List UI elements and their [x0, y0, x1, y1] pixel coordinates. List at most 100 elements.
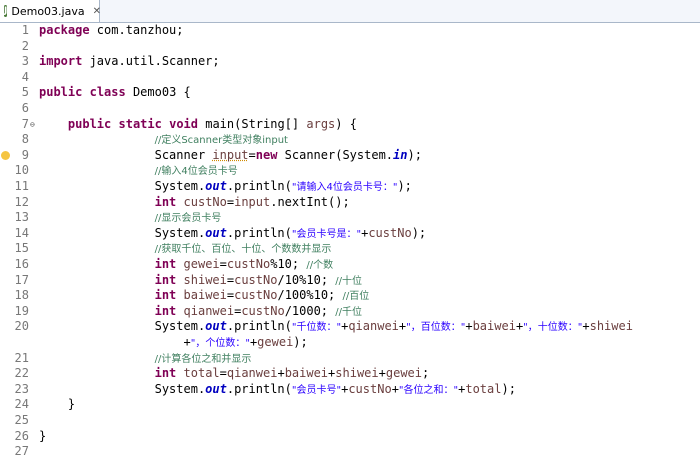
line-number: 17 — [14, 272, 29, 287]
code-text: = — [219, 366, 227, 381]
code-line: 11 System.out.println("请输入4位会员卡号："); — [0, 179, 700, 195]
code-text: .println( — [226, 319, 292, 334]
code-line: 25 — [0, 413, 700, 429]
code-text: + — [183, 335, 191, 349]
line-number: 5 — [21, 85, 29, 100]
line-number: 20 — [14, 319, 29, 334]
line-number: 11 — [14, 179, 29, 193]
line-number: 13 — [14, 210, 29, 225]
variable: custNo — [226, 257, 271, 271]
line-number: 2 — [21, 38, 29, 53]
code-line: 2 — [0, 39, 700, 55]
line-number: 6 — [21, 101, 29, 115]
line-number: 19 — [14, 303, 29, 318]
variable: custNo — [368, 225, 412, 240]
code-text: + — [378, 366, 386, 381]
field: out — [205, 381, 227, 396]
string-literal: "会员卡号是：" — [291, 228, 362, 240]
code-line: 6 — [0, 101, 700, 117]
code-text: System. — [154, 225, 206, 240]
comment: //百位 — [342, 291, 370, 303]
code-line: +"，个位数："+gewei); — [0, 335, 700, 351]
variable: custNo — [234, 288, 278, 303]
code-text: .println( — [226, 225, 292, 240]
variable: total — [183, 366, 220, 381]
variable: shiwei — [589, 319, 633, 334]
code-text: ; — [422, 366, 430, 381]
string-literal: "会员卡号" — [291, 384, 342, 396]
variable: gewei — [183, 257, 220, 271]
code-line: 20 System.out.println("千位数："+qianwei+"，百… — [0, 319, 700, 335]
code-line: 19 int qianwei=custNo/1000; //千位 — [0, 304, 700, 320]
keyword: import — [39, 54, 83, 69]
code-line: 1 package com.tanzhou; — [0, 23, 700, 39]
keyword: int — [154, 288, 177, 303]
code-text: /1000; — [284, 303, 336, 318]
line-number: 3 — [21, 54, 29, 69]
code-text: System. — [154, 319, 206, 334]
keyword: new — [255, 147, 278, 162]
code-text: + — [465, 319, 473, 334]
string-literal: "，百位数：" — [406, 322, 466, 334]
line-number: 23 — [14, 381, 29, 396]
keyword: int — [154, 194, 177, 209]
code-text: .nextInt(); — [270, 194, 350, 209]
code-line: 15 //获取千位、百位、十位、个数数并显示 — [0, 241, 700, 257]
code-line: 21 //计算各位之和并显示 — [0, 351, 700, 367]
tab-demo03-java[interactable]: J Demo03.java ✕ — [0, 0, 101, 22]
comment: //个数 — [306, 260, 334, 271]
code-line: 8 //定义Scanner类型对象input — [0, 132, 700, 148]
line-number: 21 — [14, 350, 29, 365]
variable: custNo — [241, 303, 285, 318]
parameter: args — [306, 116, 336, 131]
code-line: 14 System.out.println("会员卡号是："+custNo); — [0, 226, 700, 242]
code-text: } — [67, 397, 76, 412]
code-line: 24 } — [0, 397, 700, 413]
code-line: 3 import java.util.Scanner; — [0, 54, 700, 70]
code-text: ); — [293, 335, 308, 349]
string-literal: "，十位数：" — [523, 322, 583, 334]
code-line: 10 //输入4位会员卡号 — [0, 163, 700, 179]
comment: //显示会员卡号 — [154, 213, 222, 225]
code-line: 13 //显示会员卡号 — [0, 210, 700, 226]
comment: //十位 — [335, 275, 363, 287]
line-number: 8 — [21, 132, 29, 147]
field: out — [205, 319, 227, 334]
code-text: ); — [501, 381, 516, 396]
code-line: 23 System.out.println("会员卡号"+custNo+"各位之… — [0, 382, 700, 398]
code-editor[interactable]: 1 package com.tanzhou; 2 3 import java.u… — [0, 23, 700, 458]
keyword: static — [118, 116, 162, 131]
field: in — [393, 147, 408, 162]
line-number: 18 — [14, 288, 29, 303]
fold-toggle-icon[interactable]: ⊖ — [30, 117, 35, 133]
code-text: com.tanzhou; — [89, 23, 184, 37]
comment: //千位 — [335, 306, 363, 318]
line-number: 25 — [14, 413, 29, 427]
code-text: Scanner — [154, 147, 213, 162]
keyword: public — [39, 85, 83, 100]
close-icon[interactable]: ✕ — [93, 6, 101, 17]
line-number: 10 — [14, 163, 29, 178]
code-text: } — [39, 428, 47, 443]
line-number: 7 — [21, 116, 29, 131]
code-text: java.util.Scanner; — [82, 54, 220, 69]
code-line: 18 int baiwei=custNo/100%10; //百位 — [0, 288, 700, 304]
code-text: + — [391, 381, 399, 396]
code-line: 16 int gewei=custNo%10; //个数 — [0, 257, 700, 273]
variable: input — [212, 147, 249, 162]
line-number: 22 — [14, 366, 29, 381]
keyword: int — [154, 272, 177, 287]
variable: qianwei — [183, 303, 235, 318]
keyword: class — [89, 85, 126, 100]
code-text: ); — [397, 179, 412, 193]
string-literal: "，个位数：" — [190, 338, 250, 349]
tab-title: Demo03.java — [11, 4, 85, 18]
code-text: .println( — [226, 179, 292, 193]
